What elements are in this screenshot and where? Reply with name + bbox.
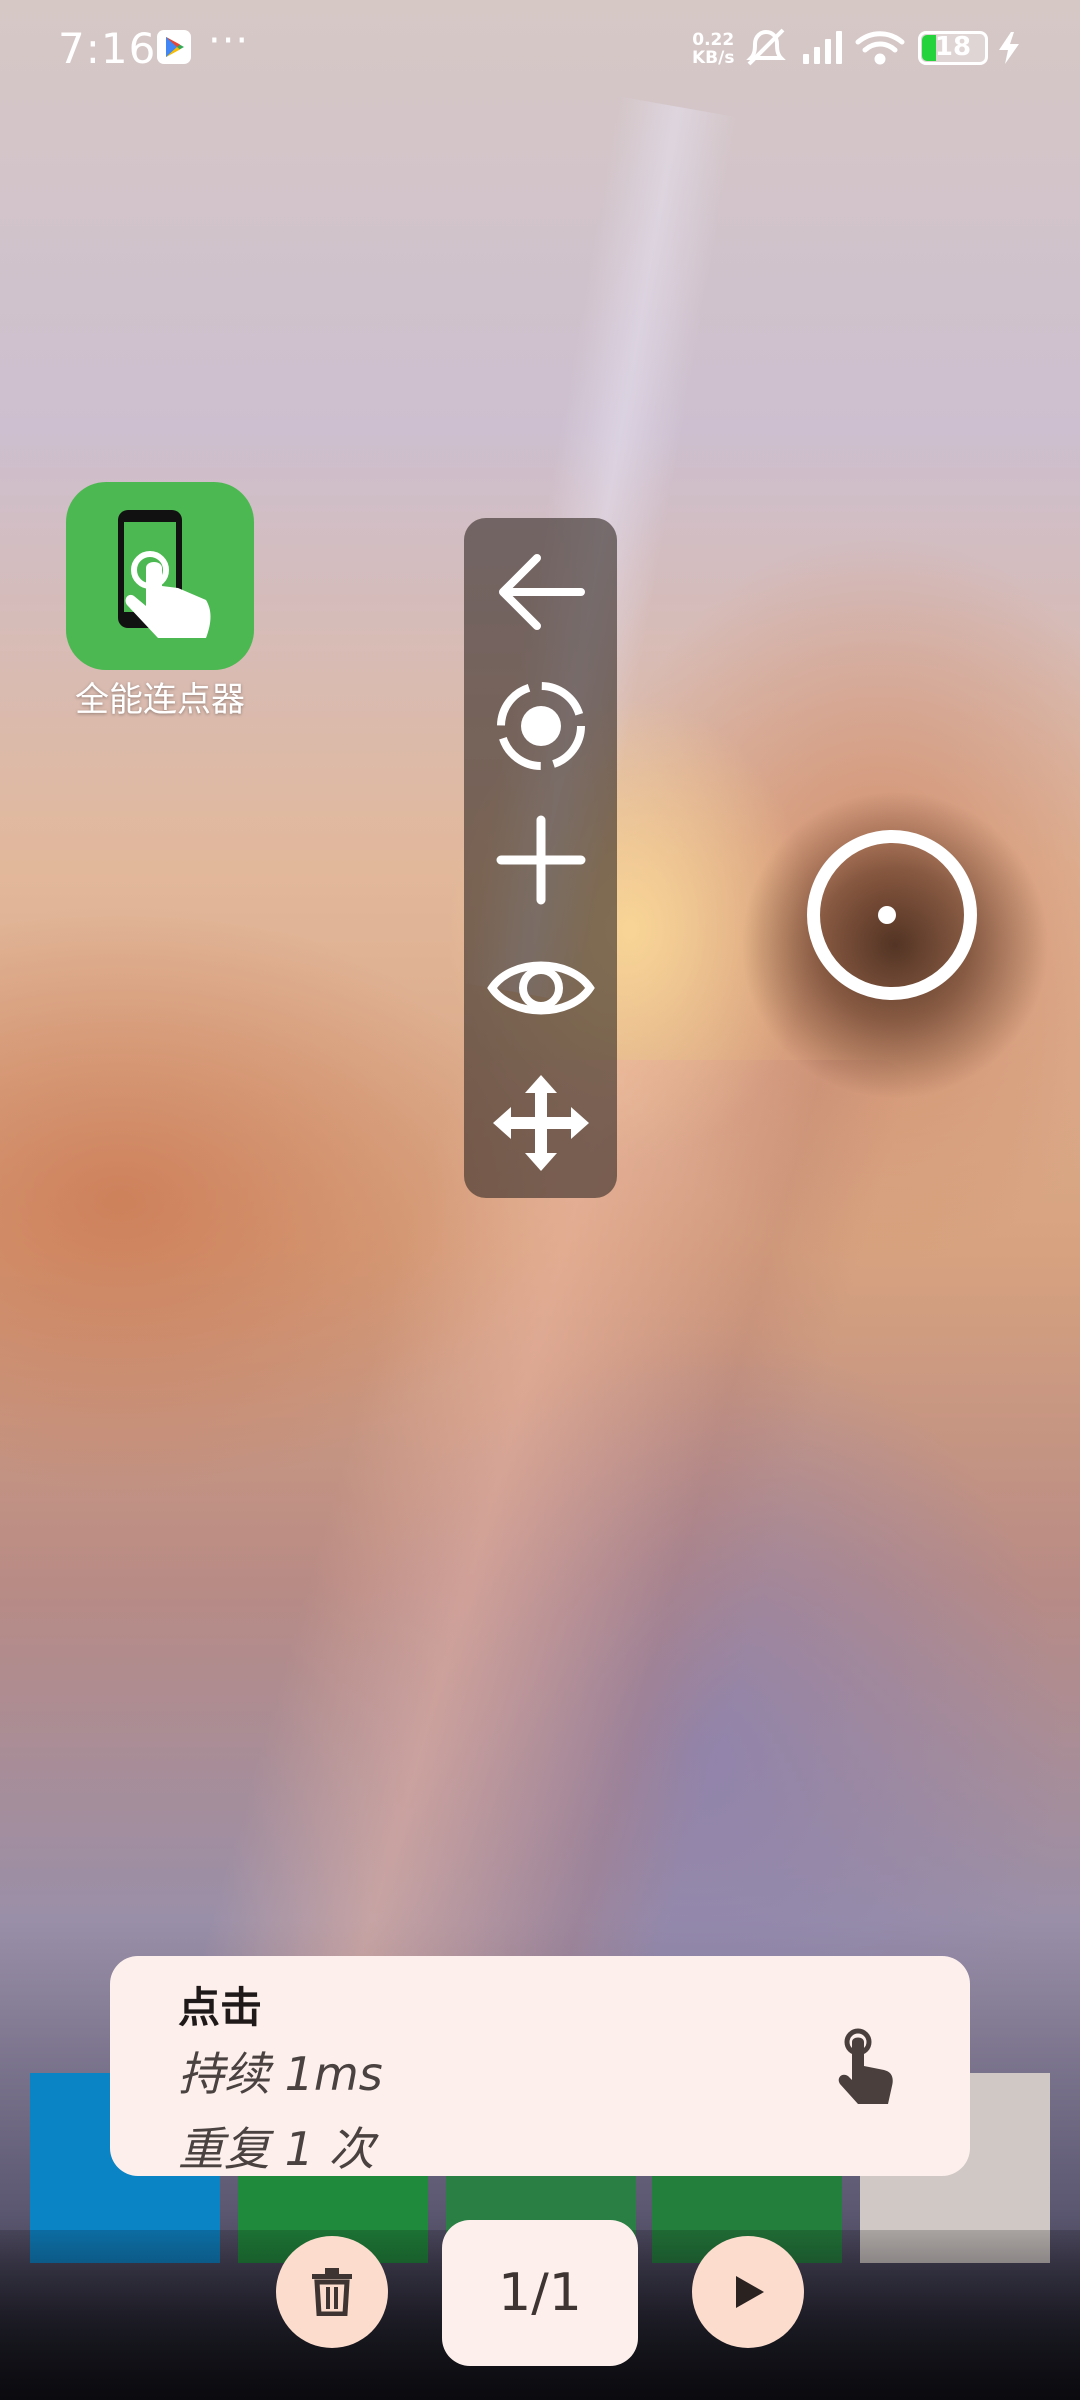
action-duration: 持续 1ms bbox=[178, 2047, 383, 2101]
floating-toolbar bbox=[464, 518, 617, 1198]
action-card[interactable]: 点击 持续 1ms 重复 1 次 bbox=[110, 1956, 970, 2176]
step-counter[interactable]: 1/1 bbox=[442, 2220, 638, 2366]
back-button[interactable] bbox=[464, 532, 617, 652]
silent-icon bbox=[746, 28, 786, 66]
move-button[interactable] bbox=[464, 1063, 617, 1183]
click-target-center bbox=[878, 906, 896, 924]
delete-button[interactable] bbox=[276, 2236, 388, 2348]
battery-percent: 18 bbox=[934, 32, 972, 62]
phone-tap-icon bbox=[118, 510, 211, 638]
status-icons bbox=[746, 28, 905, 66]
record-button[interactable] bbox=[464, 666, 617, 786]
app-label[interactable]: 全能连点器 bbox=[40, 672, 280, 721]
network-speed: 0.22 KB/s bbox=[692, 31, 734, 67]
add-button[interactable] bbox=[464, 800, 617, 920]
google-play-icon bbox=[157, 30, 191, 64]
play-icon bbox=[736, 2276, 764, 2308]
status-time: 7:16 bbox=[58, 24, 157, 73]
record-icon bbox=[496, 682, 585, 770]
status-bar: 7:16 ··· 0.22 KB/s 18 bbox=[0, 0, 1080, 100]
play-button[interactable] bbox=[692, 2236, 804, 2348]
wifi-icon bbox=[855, 31, 905, 65]
move-icon bbox=[492, 1075, 589, 1171]
signal-icon bbox=[803, 31, 842, 64]
app-icon-auto-clicker[interactable] bbox=[66, 482, 254, 670]
action-repeat: 重复 1 次 bbox=[178, 2122, 375, 2176]
more-notifications-icon: ··· bbox=[208, 18, 250, 64]
add-icon bbox=[496, 815, 585, 905]
trash-icon bbox=[312, 2268, 352, 2316]
charging-icon bbox=[999, 32, 1019, 64]
network-speed-value: 0.22 bbox=[692, 30, 735, 50]
back-arrow-icon bbox=[498, 554, 585, 630]
network-speed-unit: KB/s bbox=[692, 48, 735, 68]
battery-icon: 18 bbox=[918, 31, 988, 65]
tap-hand-icon bbox=[838, 2028, 893, 2104]
visibility-button[interactable] bbox=[464, 928, 617, 1048]
eye-icon bbox=[486, 961, 595, 1015]
action-type: 点击 bbox=[178, 1983, 263, 2032]
